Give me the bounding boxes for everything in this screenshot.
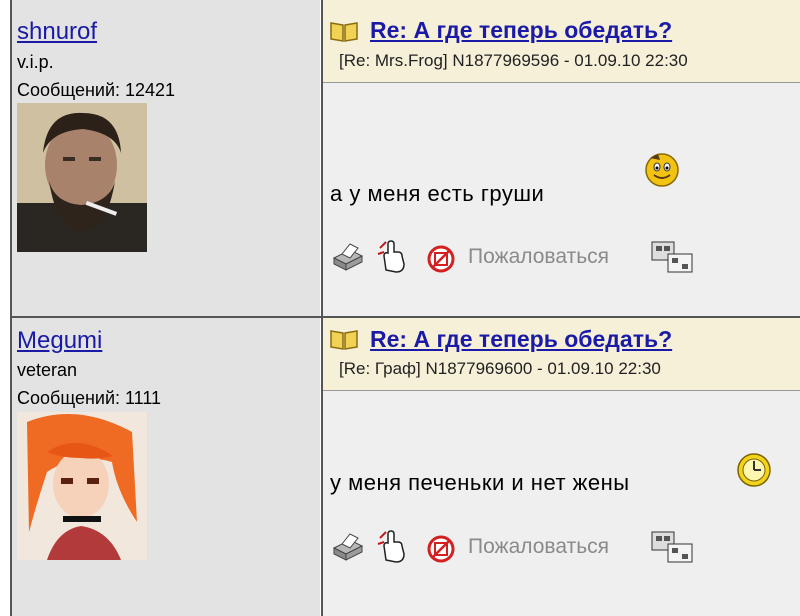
table-border-left xyxy=(10,0,12,616)
author-name-link[interactable]: shnurof xyxy=(17,18,97,46)
author-post-count: Сообщений: 12421 xyxy=(17,80,176,100)
post-actions: Пожаловаться xyxy=(330,530,770,566)
row-divider xyxy=(10,316,800,318)
post-title-link[interactable]: Re: А где теперь обедать? xyxy=(370,17,672,44)
quote-hand-icon[interactable] xyxy=(376,530,410,564)
book-icon xyxy=(330,330,358,350)
complain-icon[interactable] xyxy=(426,534,456,564)
column-divider xyxy=(321,0,323,616)
copy-link-icon[interactable] xyxy=(650,240,694,274)
print-icon[interactable] xyxy=(330,240,364,272)
header-divider-1 xyxy=(323,82,800,83)
header-divider-2 xyxy=(323,390,800,391)
clock-smiley-icon xyxy=(737,453,771,487)
forum-thread: shnurof v.i.p. Сообщений: 12421 Re: А гд… xyxy=(0,0,800,616)
author-name-link[interactable]: Megumi xyxy=(17,327,102,355)
complain-link[interactable]: Пожаловаться xyxy=(468,535,609,559)
post-meta: [Re: Mrs.Frog] N1877969596 - 01.09.10 22… xyxy=(339,51,688,70)
author-rank: veteran xyxy=(17,360,78,380)
post-message: у меня печеньки и нет жены xyxy=(330,470,630,495)
copy-link-icon[interactable] xyxy=(650,530,694,564)
book-icon xyxy=(330,22,358,42)
print-icon[interactable] xyxy=(330,530,364,562)
avatar[interactable] xyxy=(17,103,147,252)
avatar[interactable] xyxy=(17,412,147,560)
post-meta: [Re: Граф] N1877969600 - 01.09.10 22:30 xyxy=(339,359,661,378)
complain-icon[interactable] xyxy=(426,244,456,274)
post-message: а у меня есть груши xyxy=(330,181,545,206)
post-actions: Пожаловаться xyxy=(330,240,770,276)
author-rank: v.i.p. xyxy=(17,52,54,72)
post-title-link[interactable]: Re: А где теперь обедать? xyxy=(370,326,672,353)
author-post-count: Сообщений: 1111 xyxy=(17,388,162,408)
complain-link[interactable]: Пожаловаться xyxy=(468,245,609,269)
quote-hand-icon[interactable] xyxy=(376,240,410,274)
grinning-smiley-icon xyxy=(645,153,679,187)
